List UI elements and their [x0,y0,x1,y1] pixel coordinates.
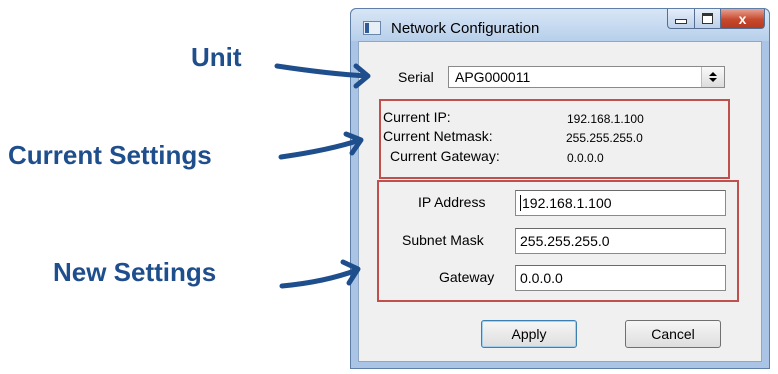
callout-arrows [274,63,371,289]
arrow-unit [274,63,370,79]
arrow-current-settings [278,137,363,160]
arrow-new-settings [279,267,360,289]
